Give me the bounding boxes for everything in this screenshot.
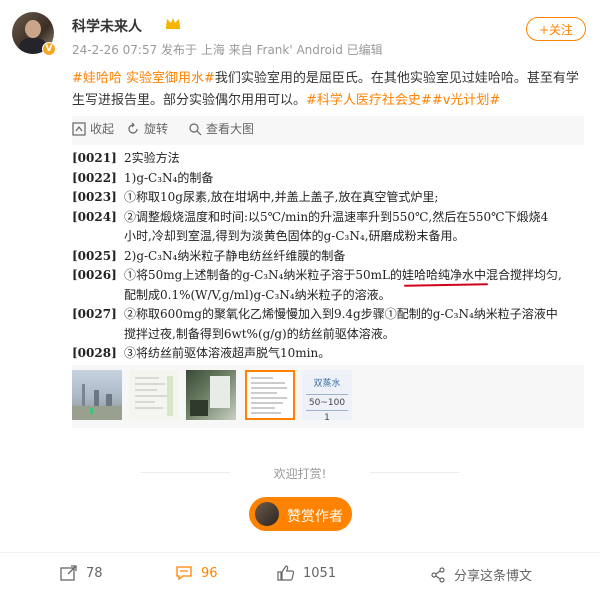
doc-line: 配制成0.1%(W/V,g/ml)g-C₃N₄纳米粒子的溶液。 — [124, 288, 391, 302]
patent-document-image[interactable]: [0021] 2实验方法 [0022] 1)g-C₃N₄的制备 [0023] ①称取1… — [72, 145, 584, 365]
vip-crown-icon — [166, 18, 180, 29]
thumbnail-1[interactable] — [72, 370, 122, 420]
doc-line: [0024] ②调整煅烧温度和时间:以5℃/min的升温速率升到550℃,然后在5… — [72, 210, 549, 224]
thumbnail-3[interactable] — [186, 370, 236, 420]
lab-photo-thumbnail — [190, 376, 230, 416]
author-name[interactable]: 科学未来人 — [72, 16, 142, 36]
table-cell: 1 — [306, 410, 348, 420]
document-thumbnail — [135, 376, 173, 416]
document-thumbnail — [251, 377, 287, 414]
rotate-label: 旋转 — [144, 122, 169, 136]
view-large-label: 查看大图 — [206, 122, 255, 136]
share-icon — [431, 566, 445, 583]
doc-line: [0027] ②称取600mg的聚氧化乙烯慢慢加入到9.4g步骤①配制的g-C₃N… — [72, 307, 558, 321]
doc-line: [0025] 2)g-C₃N₄纳米粒子静电纺丝纤维膜的制备 — [72, 249, 346, 263]
reward-label: 赞赏作者 — [287, 509, 343, 525]
collapse-button[interactable]: 收起 — [72, 120, 114, 137]
like-button[interactable]: 1051 — [277, 565, 336, 581]
author-avatar-small — [255, 502, 279, 526]
reward-author-button[interactable]: 赞赏作者 — [249, 497, 352, 531]
magnify-icon — [189, 122, 202, 135]
table-cell: 50~100 — [306, 394, 348, 408]
hashtag-link[interactable]: #娃哈哈 实验室御用水# — [72, 71, 215, 86]
thumbnail-5[interactable]: 双蒸水 50~100 1 — [302, 370, 352, 420]
hashtag-link[interactable]: #v光计划# — [432, 93, 500, 108]
doc-line: [0021] 2实验方法 — [72, 151, 180, 165]
repost-button[interactable]: 78 — [60, 565, 103, 581]
doc-line: 小时,冷却到室温,得到为淡黄色固体的g-C₃N₄,研磨成粉末备用。 — [124, 229, 465, 243]
doc-line: [0023] ①称取10g尿素,放在坩埚中,并盖上盖子,放在真空管式炉里; — [72, 190, 439, 204]
repost-icon — [60, 565, 77, 581]
table-cell: 双蒸水 — [313, 379, 341, 389]
like-count: 1051 — [303, 565, 337, 581]
doc-line: [0022] 1)g-C₃N₄的制备 — [72, 171, 214, 185]
rotate-icon — [128, 122, 138, 134]
post-meta: 24-2-26 07:57 发布于 上海 来自 Frank' Android 已… — [72, 43, 383, 57]
share-label: 分享这条博文 — [454, 569, 533, 584]
doc-line: [0026] ①将50mg上述制备的g-C₃N₄纳米粒子溶于50mL的娃哈哈纯净水… — [72, 268, 562, 282]
doc-line: 搅拌过夜,制备得到6wt%(g/g)的纺丝前驱体溶液。 — [124, 327, 395, 341]
comment-count: 96 — [201, 565, 218, 581]
collapse-icon — [72, 121, 86, 136]
action-bar: 78 96 1051 分享这条博文 — [0, 552, 600, 593]
rotate-button[interactable]: 旋转 — [126, 120, 168, 137]
view-large-button[interactable]: 查看大图 — [188, 120, 254, 137]
doc-line: [0028] ③将纺丝前驱体溶液超声脱气10min。 — [72, 346, 331, 360]
follow-button[interactable]: +关注 — [526, 17, 586, 41]
comment-button[interactable]: 96 — [175, 565, 218, 581]
collapse-label: 收起 — [90, 122, 115, 136]
thumbs-up-icon — [277, 565, 295, 581]
verified-badge-icon: V — [42, 42, 56, 56]
thumbnail-4-selected[interactable] — [245, 370, 295, 420]
share-button[interactable]: 分享这条博文 — [430, 565, 532, 584]
hashtag-link[interactable]: #科学人医疗社会史# — [306, 93, 432, 108]
appreciation-title: 欢迎打赏! — [273, 467, 327, 481]
repost-count: 78 — [86, 565, 103, 581]
thumbnail-2[interactable] — [129, 370, 179, 420]
city-skyline-thumbnail — [72, 384, 122, 420]
comment-icon — [176, 566, 192, 581]
post-text: #娃哈哈 实验室御用水#我们实验室用的是屈臣氏。在其他实验室见过娃哈哈。甚至有学… — [72, 68, 584, 112]
